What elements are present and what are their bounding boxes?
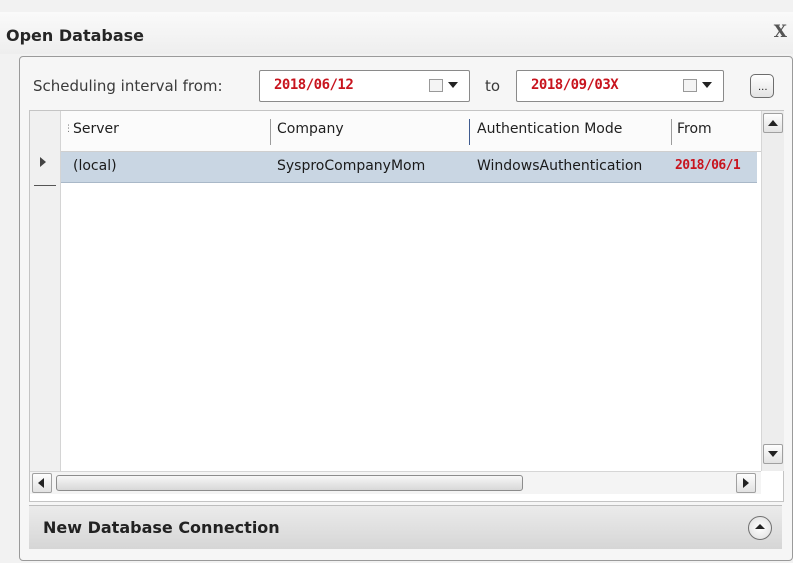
grip-icon: ⋮ <box>64 124 73 134</box>
to-date-suffix: X <box>610 77 619 93</box>
row-header-underline <box>34 185 56 186</box>
scheduling-interval-label: Scheduling interval from: <box>33 77 223 95</box>
from-date-value[interactable]: 2018/06/12 <box>274 77 354 93</box>
cell-server[interactable]: (local) <box>73 158 263 174</box>
to-date-picker[interactable]: 2018/09/03X <box>516 70 724 102</box>
cell-authentication-mode[interactable]: WindowsAuthentication <box>477 158 669 174</box>
vertical-scrollbar[interactable] <box>761 111 784 471</box>
scroll-up-button[interactable] <box>763 113 783 133</box>
chevron-up-icon <box>755 524 765 529</box>
arrow-right-icon <box>743 478 749 488</box>
expand-button[interactable] <box>748 516 772 540</box>
refresh-button[interactable]: ... <box>750 74 774 98</box>
cell-company[interactable]: SysproCompanyMom <box>277 158 465 174</box>
column-separator[interactable] <box>469 119 470 145</box>
horizontal-scrollbar[interactable] <box>30 471 761 494</box>
new-connection-bar[interactable]: New Database Connection <box>29 505 782 549</box>
title-bar: Open Database X <box>0 12 793 54</box>
close-icon[interactable]: X <box>774 22 787 42</box>
column-header-row: ⋮ Server Company Authentication Mode Fro… <box>61 111 761 152</box>
ellipsis-label: ... <box>758 82 768 93</box>
column-header-company[interactable]: Company <box>277 121 344 137</box>
table-row[interactable]: (local) SysproCompanyMom WindowsAuthenti… <box>61 152 757 183</box>
column-header-from[interactable]: From <box>677 121 712 137</box>
chevron-down-icon[interactable] <box>448 82 458 88</box>
from-date-picker[interactable]: 2018/06/12 <box>259 70 470 102</box>
window-title: Open Database <box>6 26 145 45</box>
scroll-left-button[interactable] <box>32 473 52 493</box>
cell-from[interactable]: 2018/06/1 <box>675 158 757 173</box>
calendar-icon[interactable] <box>683 79 697 92</box>
horizontal-scroll-thumb[interactable] <box>56 475 523 491</box>
arrow-left-icon <box>38 478 44 488</box>
column-header-server[interactable]: Server <box>73 121 119 137</box>
column-separator[interactable] <box>270 119 271 145</box>
open-database-window: Open Database X Scheduling interval from… <box>0 0 793 563</box>
current-row-indicator-icon <box>40 157 46 167</box>
chevron-down-icon[interactable] <box>702 82 712 88</box>
arrow-down-icon <box>768 451 778 457</box>
scroll-down-button[interactable] <box>763 444 783 464</box>
to-date-text: 2018/09/03 <box>531 77 611 93</box>
new-connection-label: New Database Connection <box>43 518 280 537</box>
database-grid: ⋮ Server Company Authentication Mode Fro… <box>29 110 784 502</box>
to-date-value[interactable]: 2018/09/03X <box>531 77 619 93</box>
scroll-right-button[interactable] <box>736 473 756 493</box>
arrow-up-icon <box>768 120 778 126</box>
column-header-authentication-mode[interactable]: Authentication Mode <box>477 121 622 137</box>
calendar-icon[interactable] <box>429 79 443 92</box>
to-label: to <box>485 77 501 95</box>
column-separator[interactable] <box>671 119 672 145</box>
row-header-column <box>30 111 61 471</box>
